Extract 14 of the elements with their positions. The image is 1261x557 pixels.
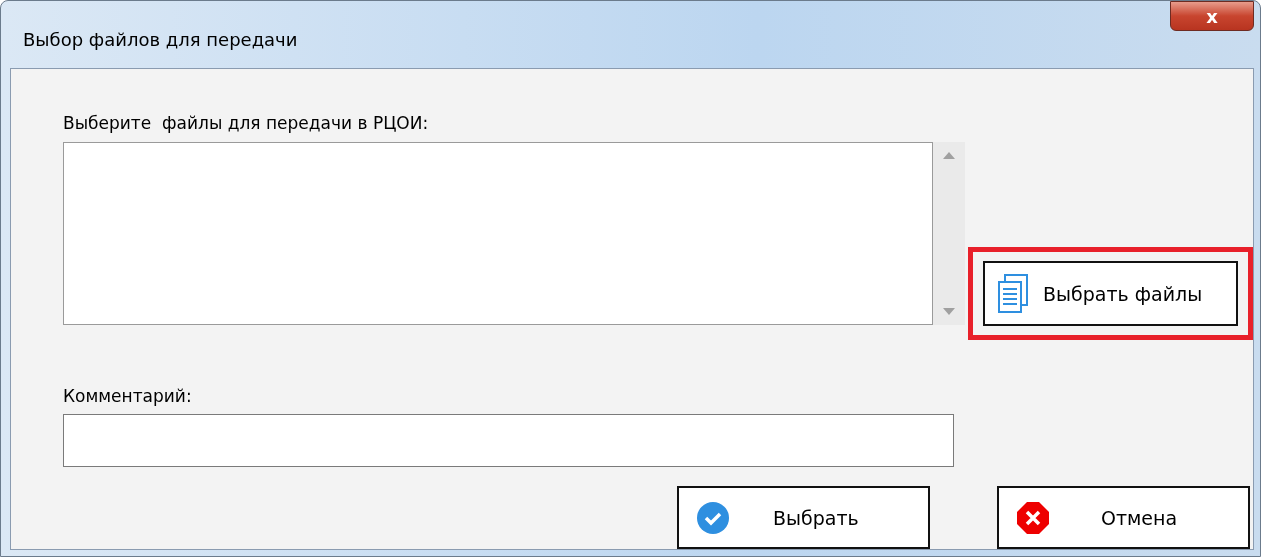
- files-label: Выберите файлы для передачи в РЦОИ:: [63, 113, 429, 133]
- scroll-down-icon[interactable]: [943, 308, 956, 315]
- comment-label: Комментарий:: [63, 386, 192, 406]
- window-title: Выбор файлов для передачи: [23, 29, 298, 50]
- check-icon: [697, 501, 729, 534]
- choose-files-button[interactable]: Выбрать файлы: [983, 261, 1238, 326]
- scrollbar[interactable]: [933, 142, 965, 325]
- select-button[interactable]: Выбрать: [677, 486, 930, 549]
- comment-field[interactable]: [63, 414, 954, 467]
- scroll-up-icon[interactable]: [943, 152, 956, 159]
- close-icon: [1017, 501, 1049, 534]
- close-button[interactable]: x: [1170, 1, 1254, 31]
- documents-icon: [997, 273, 1029, 314]
- cancel-button[interactable]: Отмена: [997, 486, 1250, 549]
